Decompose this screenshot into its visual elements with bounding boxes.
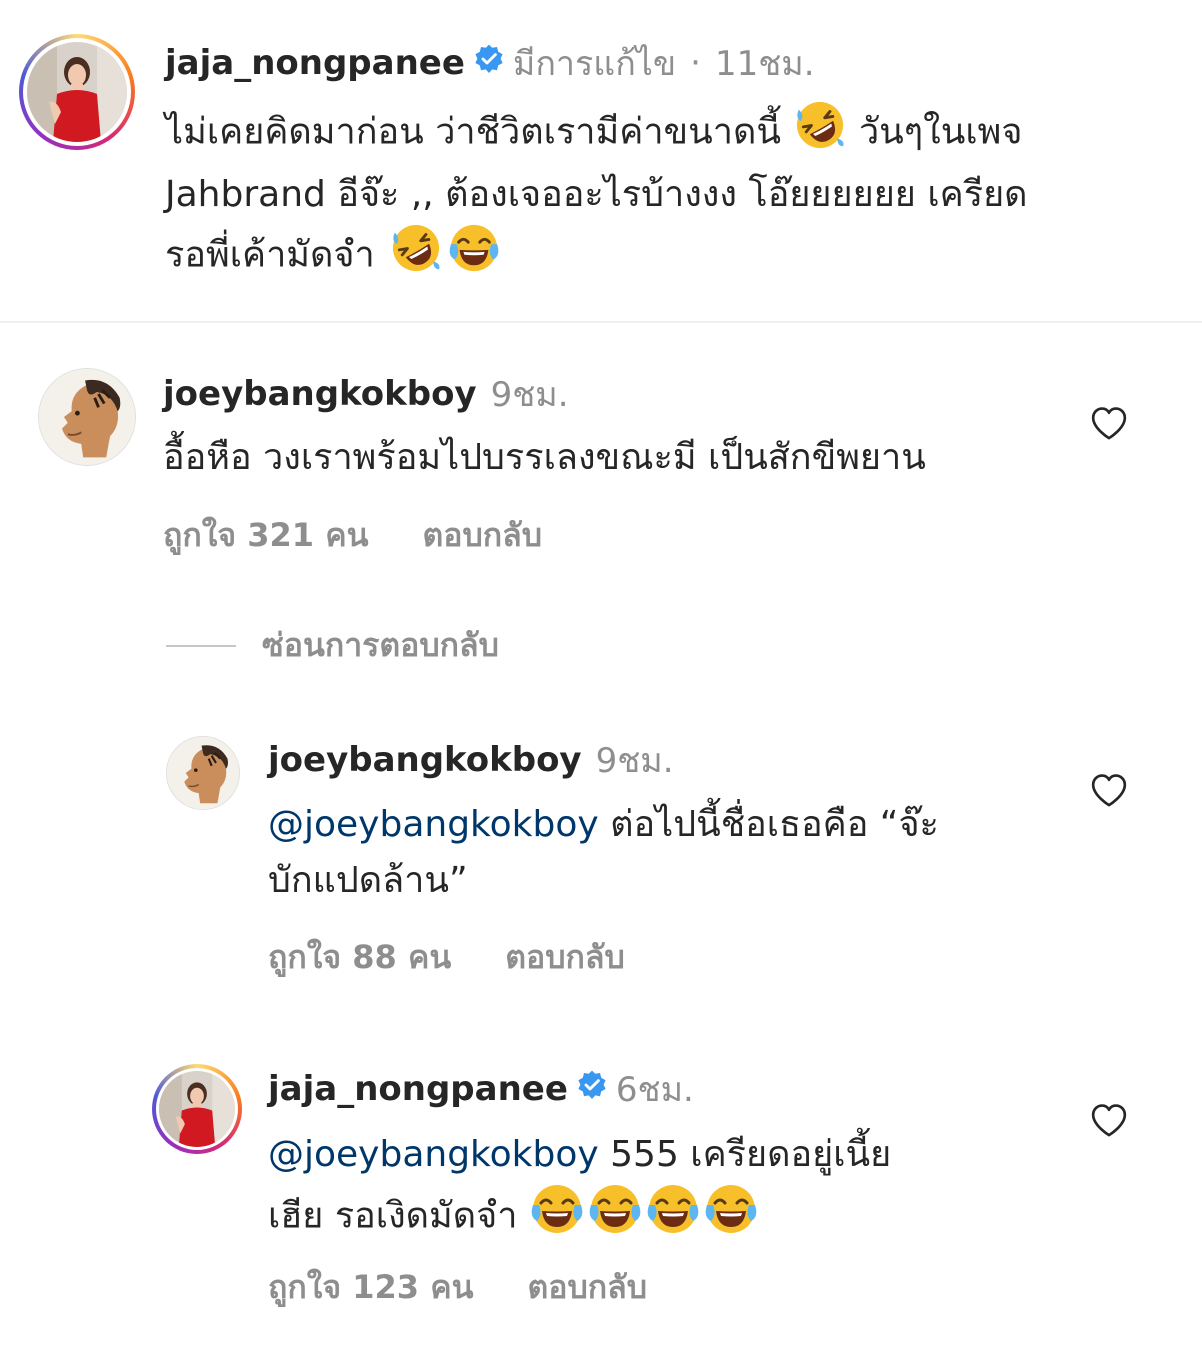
hide-replies-label: ซ่อนการตอบกลับ bbox=[262, 626, 499, 664]
reply-time[interactable]: 6ชม. bbox=[616, 1062, 694, 1116]
comment-header: joeybangkokboy 9ชม. bbox=[163, 372, 569, 416]
reply-text: @joeybangkokboy ต่อไปนี้ชื่อเธอคือ “จ๊ะ … bbox=[268, 797, 1068, 909]
reply-avatar[interactable] bbox=[166, 736, 240, 810]
joy-emoji-icon bbox=[531, 1183, 583, 1252]
meta-separator: · bbox=[690, 43, 701, 83]
profile-photo-icon bbox=[167, 737, 239, 809]
reply-reply-button[interactable]: ตอบกลับ bbox=[505, 932, 625, 983]
rofl-emoji-icon bbox=[391, 223, 441, 290]
mention-link[interactable]: @joeybangkokboy bbox=[268, 1134, 599, 1175]
reply-text: @joeybangkokboy 555 เครียดอยู่เนี้ย เฮีย… bbox=[268, 1127, 1068, 1252]
heart-icon[interactable] bbox=[1089, 771, 1129, 811]
caption-line-2: Jahbrand อีจ๊ะ ,, ต้องเจออะไรบ้างงง โอ๊ย… bbox=[165, 174, 1028, 215]
reply-time[interactable]: 9ชม. bbox=[596, 733, 674, 787]
joy-emoji-icon bbox=[589, 1183, 641, 1252]
reply-likes[interactable]: ถูกใจ 88 คน bbox=[268, 932, 451, 983]
verified-badge-icon bbox=[473, 43, 505, 84]
reply-username[interactable]: jaja_nongpanee bbox=[268, 1069, 568, 1109]
caption-line-1: ไม่เคยคิดมาก่อน ว่าชีวิตเรามีค่าขนาดนี้ bbox=[165, 111, 781, 153]
comment-time[interactable]: 9ชม. bbox=[491, 367, 569, 421]
profile-photo-icon bbox=[39, 369, 135, 465]
profile-photo-icon bbox=[27, 42, 127, 142]
mention-link[interactable]: @joeybangkokboy bbox=[268, 804, 599, 845]
reply-likes[interactable]: ถูกใจ 123 คน bbox=[268, 1262, 473, 1313]
caption-line-1b: วันๆในเพจ bbox=[858, 111, 1023, 153]
verified-badge-icon bbox=[576, 1069, 608, 1110]
comment-text: อื้อหือ วงเราพร้อมไปบรรเลงขณะมี เป็นสักข… bbox=[163, 437, 926, 478]
reply-reply-button[interactable]: ตอบกลับ bbox=[527, 1262, 647, 1313]
hide-replies-toggle[interactable]: ซ่อนการตอบกลับ bbox=[166, 620, 499, 671]
comment-reply-button[interactable]: ตอบกลับ bbox=[422, 510, 542, 561]
reply-header: joeybangkokboy 9ชม. bbox=[268, 738, 674, 782]
reply-avatar[interactable] bbox=[152, 1064, 242, 1154]
caption-time[interactable]: 11ชม. bbox=[715, 36, 815, 90]
rofl-emoji-icon bbox=[795, 100, 845, 167]
caption-text: ไม่เคยคิดมาก่อน ว่าชีวิตเรามีค่าขนาดนี้ ว… bbox=[165, 100, 1165, 290]
joy-emoji-icon bbox=[449, 223, 499, 290]
reply-actions: ถูกใจ 123 คน ตอบกลับ bbox=[268, 1262, 647, 1313]
comment-actions: ถูกใจ 321 คน ตอบกลับ bbox=[163, 510, 542, 561]
caption-avatar[interactable] bbox=[19, 34, 135, 150]
joy-emoji-icon bbox=[705, 1183, 757, 1252]
heart-icon[interactable] bbox=[1089, 1101, 1129, 1141]
heart-icon[interactable] bbox=[1089, 404, 1129, 444]
reply-text-line-1: ต่อไปนี้ชื่อเธอคือ “จ๊ะ bbox=[610, 804, 939, 845]
reply-text-line-2: เฮีย รอเงิดมัดจำ bbox=[268, 1195, 518, 1237]
comment-username[interactable]: joeybangkokboy bbox=[163, 374, 477, 414]
edited-label: มีการแก้ไข bbox=[512, 44, 677, 84]
joy-emoji-icon bbox=[647, 1183, 699, 1252]
reply-text-line-1: 555 เครียดอยู่เนี้ย bbox=[610, 1134, 892, 1175]
reply-username[interactable]: joeybangkokboy bbox=[268, 740, 582, 780]
reply-text-line-2: บักแปดล้าน” bbox=[268, 860, 468, 901]
comment-likes[interactable]: ถูกใจ 321 คน bbox=[163, 510, 368, 561]
caption-divider bbox=[0, 321, 1202, 323]
comment-avatar[interactable] bbox=[38, 368, 136, 466]
reply-actions: ถูกใจ 88 คน ตอบกลับ bbox=[268, 932, 625, 983]
profile-photo-icon bbox=[159, 1071, 235, 1147]
reply-header: jaja_nongpanee 6ชม. bbox=[268, 1067, 694, 1111]
caption-username[interactable]: jaja_nongpanee bbox=[165, 43, 465, 83]
hide-replies-line bbox=[166, 644, 236, 647]
caption-line-3: รอพี่เค้ามัดจำ bbox=[165, 234, 375, 276]
caption-header: jaja_nongpanee มีการแก้ไข · 11ชม. bbox=[165, 40, 815, 86]
